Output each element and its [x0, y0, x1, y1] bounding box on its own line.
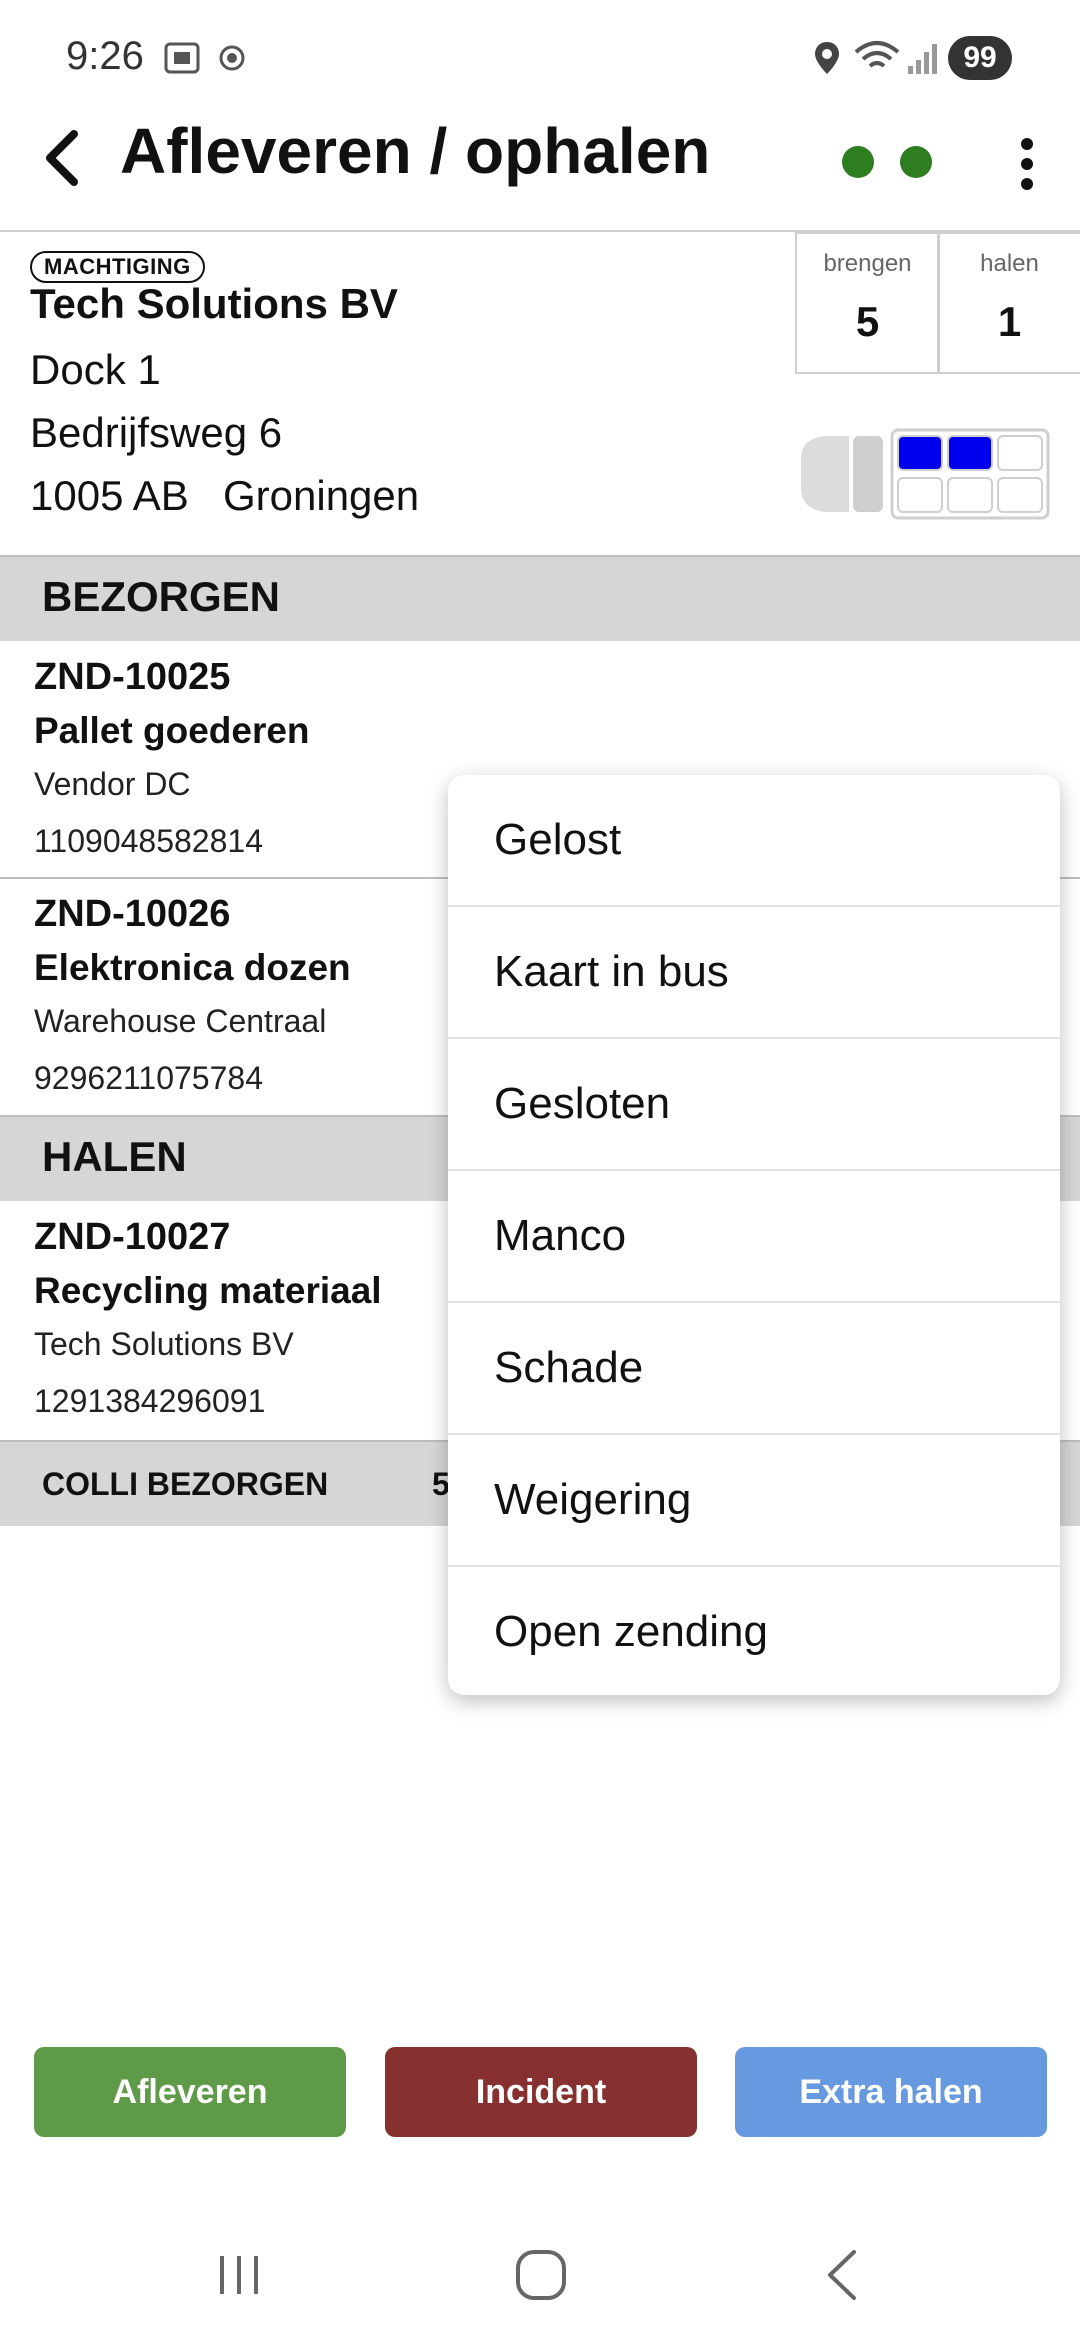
company-name: Tech Solutions BV [30, 280, 398, 327]
menu-item-label: Manco [494, 1211, 627, 1260]
halen-count-box: halen 1 [937, 232, 1080, 374]
wifi-icon [854, 41, 900, 68]
section-title: HALEN [42, 1133, 187, 1180]
extra-halen-button[interactable]: Extra halen [735, 2047, 1047, 2137]
shipment-id: ZND-10025 [34, 656, 231, 698]
menu-item-kaart-in-bus[interactable]: Kaart in bus [448, 907, 1060, 1039]
menu-item-label: Schade [494, 1343, 644, 1392]
truck-slot-filled [947, 435, 993, 471]
menu-item-manco[interactable]: Manco [448, 1171, 1060, 1303]
recent-apps-icon[interactable] [214, 2250, 264, 2300]
menu-item-label: Weigering [494, 1475, 692, 1524]
halen-count: 1 [997, 298, 1022, 345]
truck-load-icon [801, 428, 1050, 520]
screenshot-icon [164, 42, 200, 74]
truck-slot-filled [897, 435, 943, 471]
afleveren-button[interactable]: Afleveren [34, 2047, 346, 2137]
menu-item-label: Gesloten [494, 1079, 671, 1128]
system-nav-bar [0, 2220, 1080, 2340]
shipment-id: ZND-10026 [34, 893, 231, 935]
signal-icon [908, 44, 937, 74]
section-title: BEZORGEN [42, 573, 281, 620]
street-address: Bedrijfsweg 6 [30, 409, 283, 456]
status-dot [900, 146, 932, 178]
page-title: Afleveren / ophalen [120, 115, 711, 187]
menu-item-label: Kaart in bus [494, 947, 729, 996]
menu-item-label: Open zending [494, 1607, 768, 1656]
shipment-description: Recycling materiaal [34, 1270, 382, 1311]
halen-label: halen [980, 250, 1039, 277]
truck-slot-empty [897, 477, 943, 513]
location-pin-icon [815, 42, 839, 74]
brengen-count: 5 [855, 298, 880, 345]
status-dropdown-menu: Gelost Kaart in bus Gesloten Manco Schad… [448, 775, 1060, 1695]
brengen-label: brengen [823, 250, 912, 277]
shipment-vendor: Warehouse Centraal [34, 1003, 327, 1039]
more-options-icon[interactable] [1010, 134, 1044, 194]
menu-item-open-zending[interactable]: Open zending [448, 1567, 1060, 1695]
shipment-description: Pallet goederen [34, 710, 310, 751]
brengen-count-box: brengen 5 [795, 232, 940, 374]
menu-item-label: Gelost [494, 815, 622, 864]
truck-slot-empty [997, 435, 1043, 471]
status-time: 9:26 [66, 34, 144, 78]
truck-slot-empty [997, 477, 1043, 513]
location-target-icon [219, 45, 245, 71]
battery-indicator: 99 [948, 36, 1012, 80]
incident-button[interactable]: Incident [385, 2047, 697, 2137]
shipment-vendor: Vendor DC [34, 766, 191, 802]
shipment-barcode: 1109048582814 [34, 823, 263, 859]
dock-label: Dock 1 [30, 346, 161, 393]
shipment-barcode: 9296211075784 [34, 1060, 263, 1096]
shipment-vendor: Tech Solutions BV [34, 1326, 294, 1362]
menu-item-gesloten[interactable]: Gesloten [448, 1039, 1060, 1171]
section-bezorgen: BEZORGEN [0, 555, 1080, 641]
city: Groningen [223, 472, 420, 519]
postcode: 1005 AB [30, 472, 189, 519]
status-dot [842, 146, 874, 178]
status-bar: 9:26 99 [0, 0, 1080, 110]
shipment-id: ZND-10027 [34, 1216, 231, 1258]
colli-label: COLLI BEZORGEN [42, 1466, 329, 1502]
home-icon[interactable] [514, 2248, 568, 2302]
authorization-badge: MACHTIGING [30, 251, 205, 283]
menu-item-gelost[interactable]: Gelost [448, 775, 1060, 907]
shipment-barcode: 1291384296091 [34, 1383, 266, 1419]
menu-item-schade[interactable]: Schade [448, 1303, 1060, 1435]
shipment-description: Elektronica dozen [34, 947, 351, 988]
back-nav-icon[interactable] [822, 2248, 862, 2302]
truck-slot-empty [947, 477, 993, 513]
back-arrow-icon[interactable] [36, 126, 92, 190]
menu-item-weigering[interactable]: Weigering [448, 1435, 1060, 1567]
